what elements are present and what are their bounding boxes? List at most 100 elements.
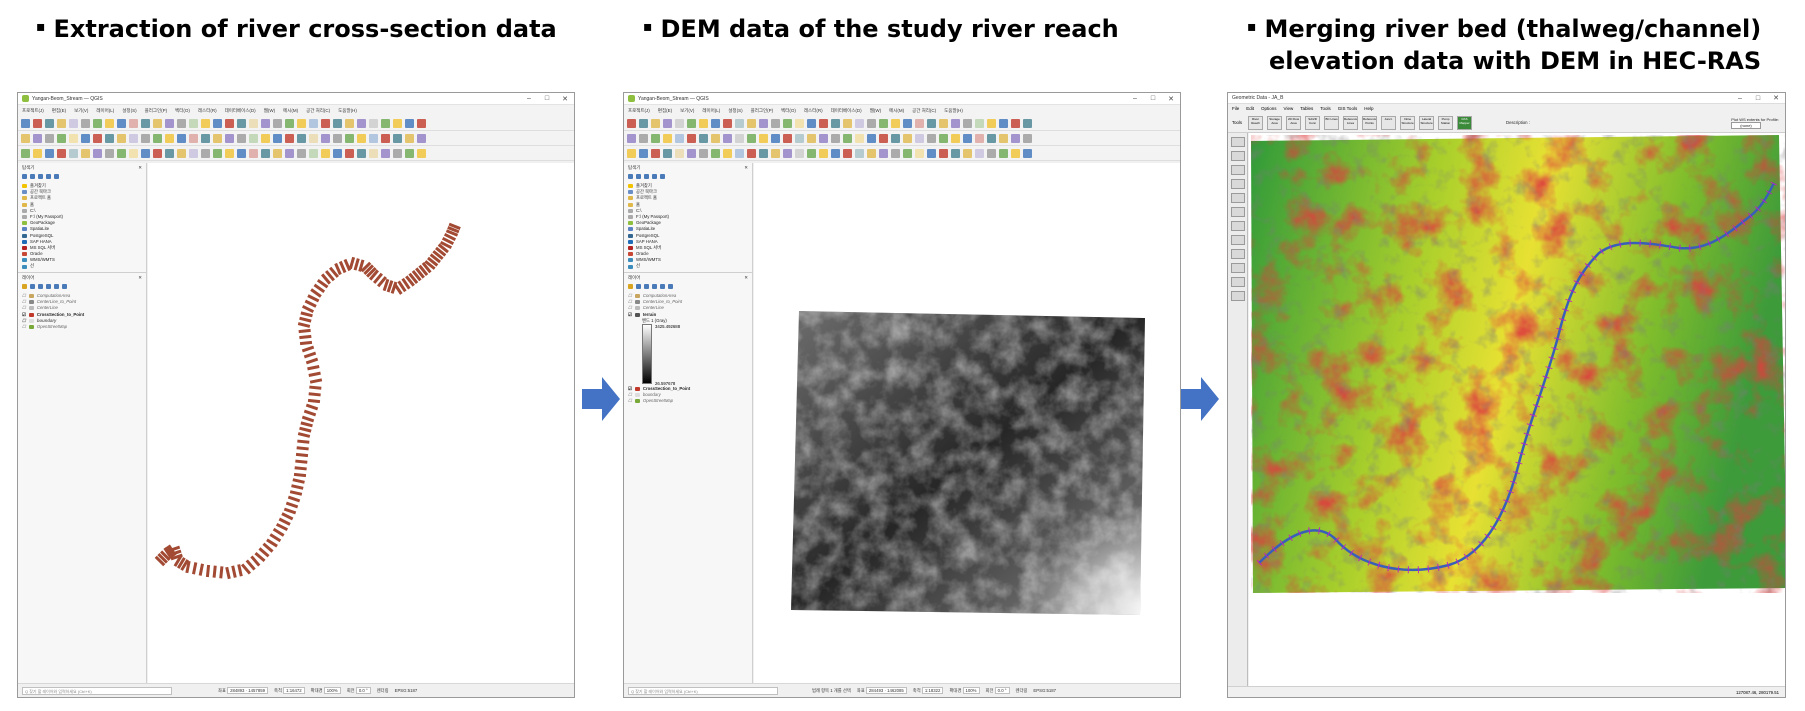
toolbar-tool-icon[interactable]: [177, 148, 186, 158]
browser-item[interactable]: 선: [22, 263, 142, 269]
toolbar-tool-icon[interactable]: [297, 118, 306, 128]
expand-icon[interactable]: [660, 284, 665, 289]
menu-processing[interactable]: 공간 처리(C): [912, 108, 936, 114]
toolbar-tool-icon[interactable]: [21, 133, 30, 143]
toolbar-tool-icon[interactable]: [735, 118, 744, 128]
toolbar-tool-icon[interactable]: [333, 133, 342, 143]
maximize-icon[interactable]: □: [1749, 95, 1767, 102]
toolbar-tool-icon[interactable]: [201, 148, 210, 158]
close-icon[interactable]: ✕: [1767, 94, 1785, 102]
toolbar-tool-icon[interactable]: [189, 148, 198, 158]
sidebar-button[interactable]: [1230, 291, 1245, 301]
geometry-map[interactable]: [1249, 133, 1785, 688]
toolbar-tool-icon[interactable]: [297, 133, 306, 143]
menu-vector[interactable]: 벡터(O): [781, 108, 796, 114]
toolbar-tool-icon[interactable]: [951, 133, 960, 143]
toolbar-tool-icon[interactable]: [249, 133, 258, 143]
menu-view[interactable]: View: [1284, 106, 1294, 111]
toolbar-tool-icon[interactable]: [309, 148, 318, 158]
toolbar-tool-icon[interactable]: [417, 118, 426, 128]
toolbar-tool-icon[interactable]: [699, 148, 708, 158]
toolbar-tool-icon[interactable]: [999, 118, 1008, 128]
toolbar-tool-icon[interactable]: [225, 133, 234, 143]
toolbar-tool-icon[interactable]: [45, 133, 54, 143]
toolbar-tool-icon[interactable]: [81, 118, 90, 128]
toolbar-tool-icon[interactable]: [417, 133, 426, 143]
toolbar-tool-icon[interactable]: [273, 148, 282, 158]
menu-view[interactable]: 보기(V): [680, 108, 694, 114]
toolbar-tool-icon[interactable]: [105, 148, 114, 158]
toolbar-tool-icon[interactable]: [879, 133, 888, 143]
toolbar-tool-icon[interactable]: [285, 133, 294, 143]
toolbar-tool-icon[interactable]: [963, 133, 972, 143]
menu-edit[interactable]: Edit: [1246, 106, 1254, 111]
menu-help[interactable]: 도움말(H): [944, 108, 963, 114]
junction-button[interactable]: Junct.: [1381, 115, 1397, 130]
pump-station-button[interactable]: Pump Station: [1438, 115, 1454, 130]
river-reach-button[interactable]: River Reach: [1248, 115, 1264, 130]
toolbar-tool-icon[interactable]: [891, 133, 900, 143]
toolbar-tool-icon[interactable]: [105, 133, 114, 143]
toolbar-tool-icon[interactable]: [93, 148, 102, 158]
toolbar-tool-icon[interactable]: [747, 118, 756, 128]
toolbar-tool-icon[interactable]: [879, 148, 888, 158]
toolbar-tool-icon[interactable]: [855, 148, 864, 158]
toolbar-tool-icon[interactable]: [903, 133, 912, 143]
sidebar-button[interactable]: [1230, 263, 1245, 273]
coord-value[interactable]: 284893 · 1457859: [227, 687, 268, 694]
toolbar-tool-icon[interactable]: [153, 133, 162, 143]
toolbar-tool-icon[interactable]: [987, 118, 996, 128]
close-panel-icon[interactable]: ✕: [138, 165, 142, 171]
toolbar-tool-icon[interactable]: [417, 148, 426, 158]
toolbar-tool-icon[interactable]: [261, 148, 270, 158]
remove-layer-icon[interactable]: [62, 284, 67, 289]
toolbar-tool-icon[interactable]: [69, 148, 78, 158]
toolbar-tool-icon[interactable]: [369, 148, 378, 158]
remove-layer-icon[interactable]: [668, 284, 673, 289]
toolbar-tool-icon[interactable]: [297, 148, 306, 158]
expand-icon[interactable]: [54, 284, 59, 289]
storage-area-button[interactable]: Storage Area: [1267, 115, 1283, 130]
toolbar-tool-icon[interactable]: [333, 148, 342, 158]
toolbar-tool-icon[interactable]: [345, 133, 354, 143]
toolbar-tool-icon[interactable]: [273, 133, 282, 143]
toolbar-tool-icon[interactable]: [759, 148, 768, 158]
reference-points-button[interactable]: Reference Points: [1362, 115, 1378, 130]
eye-icon[interactable]: [38, 284, 43, 289]
menu-processing[interactable]: 공간 처리(C): [306, 108, 330, 114]
toolbar-tool-icon[interactable]: [189, 133, 198, 143]
map-canvas[interactable]: [754, 163, 1180, 683]
toolbar-tool-icon[interactable]: [963, 148, 972, 158]
toolbar-tool-icon[interactable]: [675, 148, 684, 158]
menu-plugins[interactable]: 플러그인(P): [145, 108, 168, 114]
coord-value[interactable]: 284493 · 1462085: [865, 687, 907, 694]
menu-settings[interactable]: 설정(S): [122, 108, 136, 114]
filter-icon[interactable]: [38, 174, 43, 179]
toolbar-tool-icon[interactable]: [357, 133, 366, 143]
toolbar-tool-icon[interactable]: [213, 148, 222, 158]
toolbar-tool-icon[interactable]: [723, 133, 732, 143]
toolbar-tool-icon[interactable]: [201, 133, 210, 143]
toolbar-tool-icon[interactable]: [345, 118, 354, 128]
toolbar-tool-icon[interactable]: [951, 148, 960, 158]
toolbar-tool-icon[interactable]: [57, 133, 66, 143]
refresh-icon[interactable]: [628, 174, 633, 179]
toolbar-tool-icon[interactable]: [723, 148, 732, 158]
menu-edit[interactable]: 편집(E): [658, 108, 672, 114]
ras-mapper-button[interactable]: RAS Mapper: [1457, 115, 1473, 130]
toolbar-tool-icon[interactable]: [687, 118, 696, 128]
toolbar-tool-icon[interactable]: [651, 118, 660, 128]
close-icon[interactable]: ✕: [1162, 95, 1180, 103]
menu-options[interactable]: Options: [1261, 106, 1277, 111]
minimize-icon[interactable]: –: [1731, 95, 1749, 102]
toolbar-tool-icon[interactable]: [33, 118, 42, 128]
toolbar-tool-icon[interactable]: [381, 133, 390, 143]
toolbar-tool-icon[interactable]: [639, 118, 648, 128]
minimize-icon[interactable]: –: [520, 95, 538, 102]
toolbar-tool-icon[interactable]: [105, 118, 114, 128]
toolbar-tool-icon[interactable]: [843, 118, 852, 128]
collapse-icon[interactable]: [652, 174, 657, 179]
rotation-value[interactable]: 0.0 °: [994, 687, 1010, 694]
toolbar-tool-icon[interactable]: [771, 133, 780, 143]
toolbar-tool-icon[interactable]: [81, 148, 90, 158]
